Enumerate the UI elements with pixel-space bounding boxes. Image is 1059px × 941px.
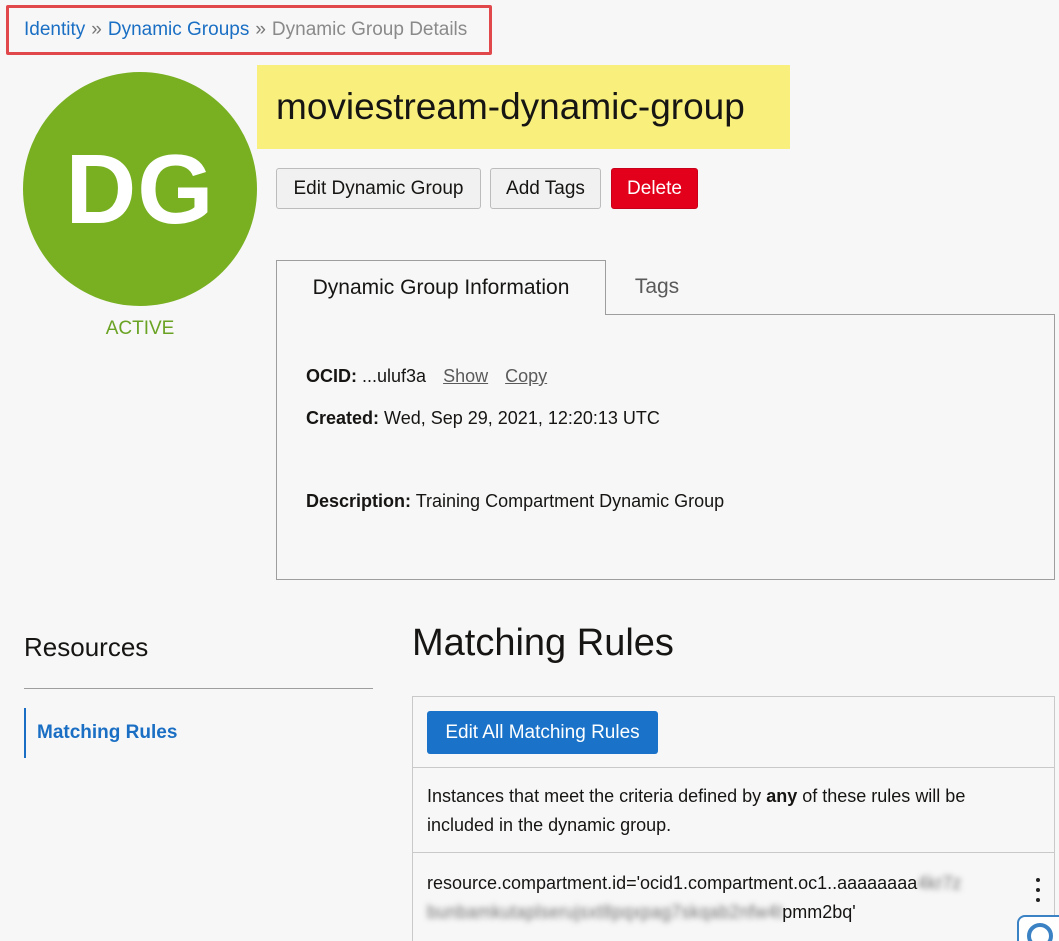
description-row: Description: Training Compartment Dynami… (306, 491, 724, 512)
description-text-pre: Instances that meet the criteria defined… (427, 786, 762, 806)
ocid-label: OCID: (306, 366, 357, 386)
created-value: Wed, Sep 29, 2021, 12:20:13 UTC (384, 408, 660, 428)
matching-rule-text: resource.compartment.id='ocid1.compartme… (427, 869, 1027, 927)
ocid-value: ...uluf3a (362, 366, 427, 386)
rule-redacted-1: 4kr7z (917, 873, 962, 893)
description-value: Training Compartment Dynamic Group (415, 491, 725, 511)
matching-rules-heading: Matching Rules (412, 622, 674, 664)
matching-rules-description-row: Instances that meet the criteria defined… (413, 767, 1054, 853)
page: Identity » Dynamic Groups » Dynamic Grou… (0, 0, 1059, 941)
resources-divider (24, 688, 373, 689)
rule-suffix: pmm2bq' (782, 902, 856, 922)
ocid-copy-link[interactable]: Copy (505, 366, 547, 386)
ocid-show-link[interactable]: Show (443, 366, 488, 386)
page-title: moviestream-dynamic-group (276, 86, 745, 127)
breadcrumb-link-identity[interactable]: Identity (24, 19, 85, 41)
edit-all-matching-rules-button[interactable]: Edit All Matching Rules (427, 711, 658, 754)
breadcrumb-separator: » (91, 19, 102, 40)
status-label: ACTIVE (105, 318, 175, 339)
description-label: Description: (306, 491, 412, 511)
created-label: Created: (306, 408, 380, 428)
breadcrumb-separator: » (255, 19, 266, 40)
delete-button[interactable]: Delete (611, 168, 698, 209)
description-text-bold: any (766, 786, 798, 806)
info-panel: OCID: ...uluf3a Show Copy Created: Wed, … (276, 314, 1055, 580)
created-row: Created: Wed, Sep 29, 2021, 12:20:13 UTC (306, 408, 660, 429)
page-title-highlight: moviestream-dynamic-group (257, 65, 790, 149)
breadcrumb-current: Dynamic Group Details (271, 19, 468, 40)
breadcrumb: Identity » Dynamic Groups » Dynamic Grou… (6, 5, 492, 55)
rule-prefix: resource.compartment.id='ocid1.compartme… (427, 873, 918, 893)
edit-dynamic-group-button[interactable]: Edit Dynamic Group (276, 168, 481, 209)
matching-rules-panel: Edit All Matching Rules Instances that m… (412, 696, 1055, 941)
avatar-initials: DG (65, 133, 215, 244)
help-lifebuoy-icon[interactable] (1017, 915, 1059, 941)
tab-tags[interactable]: Tags (606, 260, 708, 313)
rule-redacted-2: bunbamkutaplserujsxt8pqxpag7skqab2nfw4t (427, 902, 783, 922)
avatar: DG (23, 72, 257, 306)
tab-dynamic-group-information[interactable]: Dynamic Group Information (276, 260, 606, 315)
breadcrumb-link-dynamic-groups[interactable]: Dynamic Groups (108, 19, 250, 41)
ocid-row: OCID: ...uluf3a Show Copy (306, 366, 547, 387)
add-tags-button[interactable]: Add Tags (490, 168, 601, 209)
resources-heading: Resources (24, 632, 149, 662)
matching-rules-description: Instances that meet the criteria defined… (427, 782, 1027, 840)
kebab-menu-icon[interactable] (1028, 875, 1048, 905)
sidebar-item-matching-rules[interactable]: Matching Rules (24, 708, 237, 758)
